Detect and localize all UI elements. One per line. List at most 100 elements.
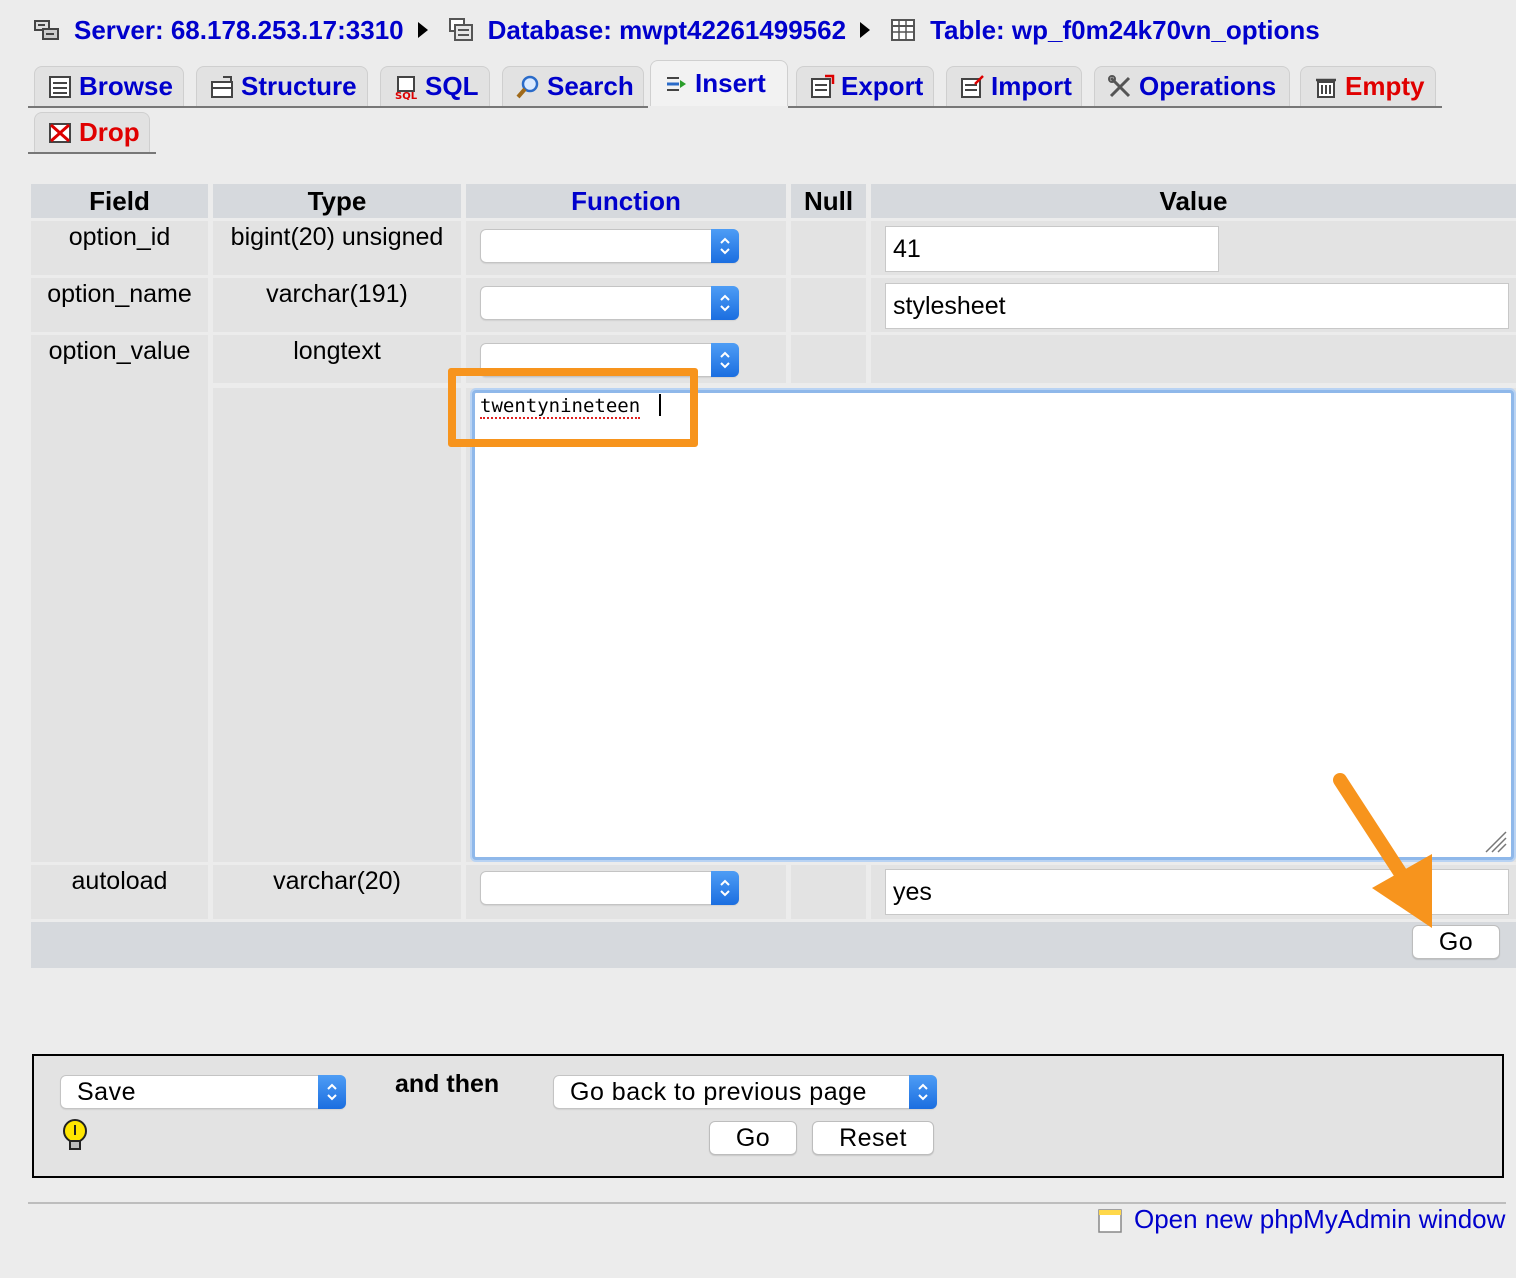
tab-export-label: Export: [841, 71, 924, 101]
field-type: varchar(191): [266, 280, 408, 308]
import-icon: [961, 74, 984, 98]
tab-empty-label: Empty: [1345, 71, 1425, 101]
function-select[interactable]: [480, 343, 739, 377]
sql-icon: SQL: [395, 75, 418, 100]
table-row-type-cell: longtext: [213, 335, 461, 383]
tab-structure[interactable]: Structure: [196, 66, 368, 106]
column-header-function[interactable]: Function: [466, 184, 786, 218]
new-window-icon: [1098, 1208, 1122, 1233]
field-name: option_id: [68, 223, 171, 251]
table-row-function-cell: [466, 335, 786, 383]
insert-icon: [667, 76, 686, 91]
tab-search-label: Search: [547, 71, 634, 101]
drop-icon: [49, 122, 71, 143]
structure-icon: [211, 75, 233, 98]
field-type: longtext: [293, 337, 381, 365]
breadcrumb-table-label: Table: wp_f0m24k70vn_options: [930, 14, 1320, 45]
table-row-field-cell: option_name: [31, 278, 208, 332]
option-name-value-input[interactable]: stylesheet: [885, 283, 1509, 329]
table-row-value-cell: [871, 335, 1516, 383]
option-id-value-input[interactable]: 41: [885, 226, 1219, 272]
updown-chevron-icon: [711, 871, 739, 905]
open-new-window-label: Open new phpMyAdmin window: [1134, 1204, 1506, 1234]
tab-drop-label: Drop: [79, 117, 140, 147]
table-row-type-cell: bigint(20) unsigned: [213, 221, 461, 275]
tab-empty[interactable]: Empty: [1300, 66, 1436, 106]
column-header-value: Value: [871, 184, 1516, 218]
after-insert-fieldset: [32, 1054, 1504, 1178]
tab-import-label: Import: [991, 71, 1072, 101]
go-button-bottom[interactable]: Go: [709, 1121, 797, 1155]
table-icon: [891, 19, 916, 41]
tab-insert[interactable]: Insert: [650, 60, 788, 106]
updown-chevron-icon: [711, 229, 739, 263]
table-row-type-cell: varchar(20): [213, 865, 461, 919]
function-select[interactable]: [480, 871, 739, 905]
field-name: autoload: [71, 867, 168, 895]
tab-structure-label: Structure: [241, 71, 357, 101]
field-name: option_name: [47, 280, 192, 308]
column-header-type: Type: [213, 184, 461, 218]
table-row-field-cell: autoload: [31, 865, 208, 919]
column-header-field: Field: [31, 184, 208, 218]
option-value-text: twentynineteen: [480, 395, 641, 419]
tab-drop[interactable]: Drop: [34, 112, 150, 152]
updown-chevron-icon: [711, 286, 739, 320]
tab-divider: [788, 106, 1442, 108]
server-icon: [34, 20, 59, 40]
field-type: varchar(20): [273, 867, 401, 895]
browse-icon: [49, 75, 71, 98]
tab-divider: [28, 152, 156, 154]
tab-search[interactable]: Search: [502, 66, 644, 106]
tab-operations-label: Operations: [1139, 71, 1277, 101]
table-row-null-cell: [791, 278, 866, 332]
open-new-window-link[interactable]: Open new phpMyAdmin window: [1096, 1204, 1505, 1235]
table-row-value-cell: stylesheet: [871, 278, 1516, 332]
empty-icon: [1316, 78, 1336, 98]
search-icon: [516, 75, 539, 98]
column-header-null: Null: [791, 184, 866, 218]
export-icon: [811, 74, 835, 98]
function-select[interactable]: [480, 286, 739, 320]
table-row-function-cell: [466, 278, 786, 332]
tab-sql-label: SQL: [425, 71, 479, 101]
table-row-null-cell: [791, 335, 866, 383]
table-row-null-cell: [791, 865, 866, 919]
breadcrumb-separator-icon: [417, 22, 428, 38]
tab-import[interactable]: Import: [946, 66, 1082, 106]
reset-button[interactable]: Reset: [812, 1121, 934, 1155]
updown-chevron-icon: [909, 1075, 937, 1109]
and-then-label: and then: [395, 1070, 500, 1098]
table-row-value-cell: 41: [871, 221, 1516, 275]
insert-action-select[interactable]: Save: [60, 1075, 346, 1109]
insert-action-value: Save: [77, 1077, 136, 1106]
table-row-function-cell: [466, 221, 786, 275]
text-cursor: [659, 394, 661, 416]
tab-operations[interactable]: Operations: [1094, 66, 1290, 106]
lightbulb-icon[interactable]: [60, 1118, 90, 1152]
breadcrumb-database-label: Database: mwpt42261499562: [487, 14, 847, 45]
breadcrumb-separator-icon: [860, 22, 871, 38]
tab-browse[interactable]: Browse: [34, 66, 184, 106]
breadcrumb-server[interactable]: Server: 68.178.253.17:3310: [32, 15, 404, 46]
breadcrumb-database[interactable]: Database: mwpt42261499562: [446, 15, 846, 46]
breadcrumb-table[interactable]: Table: wp_f0m24k70vn_options: [888, 15, 1320, 46]
updown-chevron-icon: [318, 1075, 346, 1109]
field-name: option_value: [48, 337, 191, 365]
operations-icon: [1108, 74, 1131, 97]
function-select[interactable]: [480, 229, 739, 263]
database-icon: [448, 18, 473, 41]
pointer-arrow-icon: [1333, 773, 1432, 928]
table-row-field-cell: option_id: [31, 221, 208, 275]
tab-browse-label: Browse: [79, 71, 173, 101]
resize-handle-icon[interactable]: [1482, 828, 1508, 854]
table-row-type-cell: [213, 388, 461, 862]
tab-export[interactable]: Export: [796, 66, 934, 106]
svg-text:SQL: SQL: [395, 91, 418, 100]
field-type: bigint(20) unsigned: [230, 223, 444, 251]
tab-divider: [28, 106, 648, 108]
breadcrumb-server-label: Server: 68.178.253.17:3310: [74, 14, 404, 45]
after-insert-select[interactable]: Go back to previous page: [553, 1075, 937, 1109]
tab-sql[interactable]: SQL SQL: [380, 66, 490, 106]
table-row-field-cell: option_value: [31, 335, 208, 862]
